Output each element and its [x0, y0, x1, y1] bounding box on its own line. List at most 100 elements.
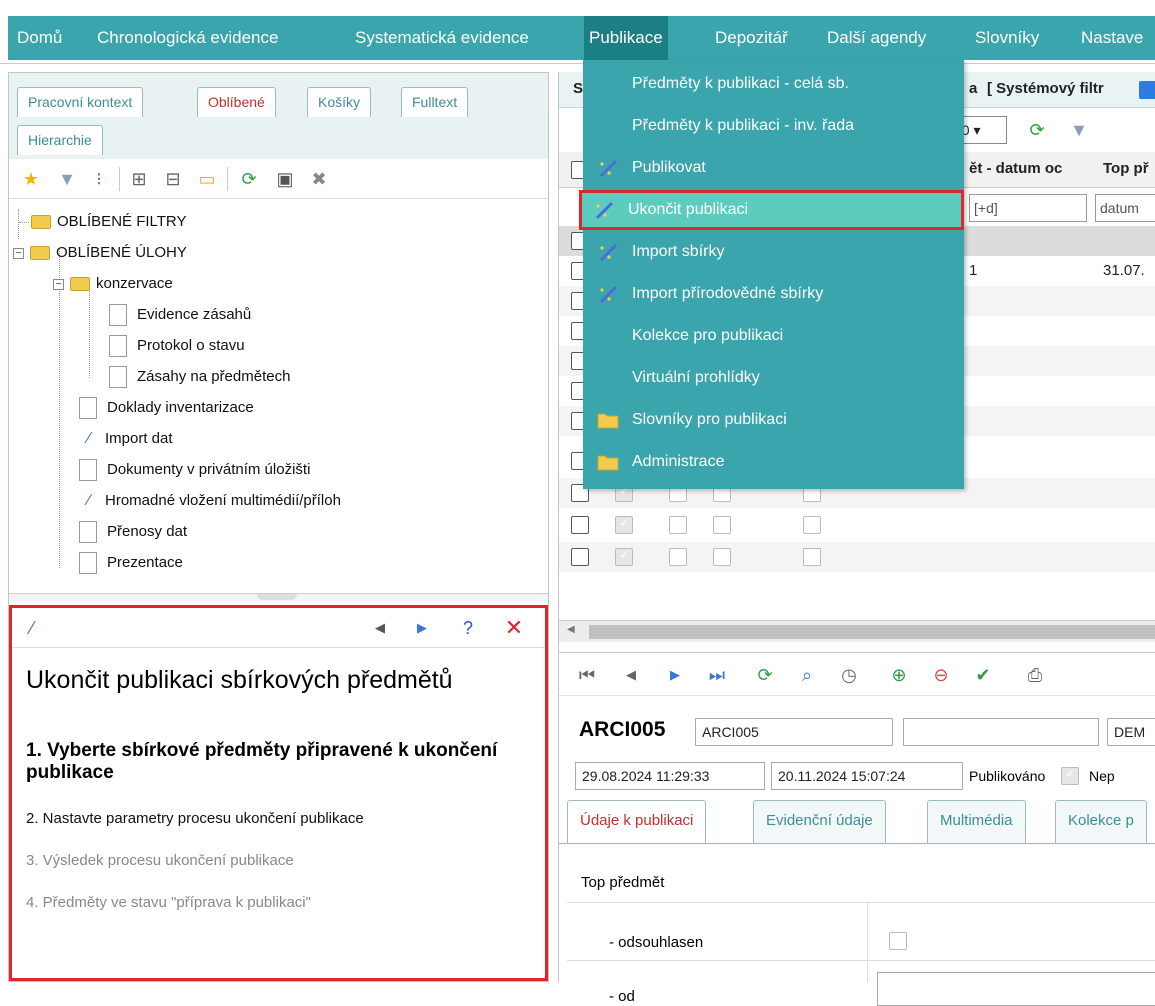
system-filter-checkbox[interactable]: [1139, 81, 1155, 99]
tree-node-data-import[interactable]: ⁄ Import dat: [79, 424, 173, 454]
table-row[interactable]: [559, 510, 1155, 540]
column-header-date-from[interactable]: ět - datum oc: [969, 160, 1062, 177]
tree-node-label: OBLÍBENÉ ÚLOHY: [56, 244, 187, 261]
menu-item-publication-dictionaries[interactable]: Slovníky pro publikaci: [583, 400, 964, 440]
help-toolbar: ⁄ ◀ ▶ ? ✕: [12, 608, 545, 648]
splitter-grip[interactable]: [257, 594, 297, 600]
help-icon[interactable]: ?: [454, 614, 482, 642]
add-icon[interactable]: ⊕: [885, 661, 913, 689]
tree-node-data-transfers[interactable]: Přenosy dat: [79, 517, 187, 547]
filter-icon[interactable]: ▼: [1065, 116, 1093, 144]
tree-node-bulk-media[interactable]: ⁄ Hromadné vložení multimédií/příloh: [79, 486, 341, 516]
menu-item-objects-inv-series[interactable]: Předměty k publikaci - inv. řada: [583, 106, 964, 146]
tree-node-condition-report[interactable]: Protokol o stavu: [109, 331, 245, 361]
scroll-left-icon[interactable]: ◀: [567, 624, 575, 635]
help-step-3: 3. Výsledek procesu ukončení publikace: [26, 852, 294, 869]
tab-fulltext[interactable]: Fulltext: [401, 87, 469, 117]
row-checkbox[interactable]: [571, 548, 589, 566]
print-icon[interactable]: ⎙: [1021, 661, 1049, 689]
tab-favorites[interactable]: Oblíbené: [197, 87, 276, 117]
tree-node-object-interventions[interactable]: Zásahy na předmětech: [109, 362, 290, 392]
record-id-field[interactable]: ARCI005: [695, 718, 893, 746]
collapse-icon[interactable]: −: [53, 278, 64, 290]
tree-node-inventory-docs[interactable]: Doklady inventarizace: [79, 393, 254, 423]
new-folder-icon[interactable]: ▭: [193, 165, 221, 193]
created-date-field: 29.08.2024 11:29:33: [575, 762, 765, 790]
search-icon[interactable]: ⌕: [793, 661, 821, 689]
help-step-2[interactable]: 2. Nastavte parametry procesu ukončení p…: [26, 810, 526, 827]
tree-node-presentation[interactable]: Prezentace: [79, 548, 183, 578]
menu-publication[interactable]: Publikace: [584, 16, 668, 60]
tab-evidence-data[interactable]: Evidenční údaje: [753, 800, 886, 844]
form-divider: [567, 960, 1155, 961]
menu-item-import-natural-collection[interactable]: Import přírodovědné sbírky: [583, 274, 964, 314]
expand-all-icon[interactable]: ⊞: [125, 165, 153, 193]
menu-home[interactable]: Domů: [12, 16, 67, 60]
row-checkbox[interactable]: [571, 516, 589, 534]
refresh-icon[interactable]: ⟳: [751, 661, 779, 689]
next-icon[interactable]: ▶: [408, 614, 436, 642]
menu-item-objects-whole-collection[interactable]: Předměty k publikaci - celá sb.: [583, 64, 964, 104]
tab-collections[interactable]: Kolekce p: [1055, 800, 1147, 844]
first-record-icon[interactable]: ⏮: [573, 661, 601, 689]
column-header-top[interactable]: Top př: [1103, 160, 1149, 177]
record-name-field[interactable]: [903, 718, 1099, 746]
tree-node-favorite-tasks[interactable]: − OBLÍBENÉ ÚLOHY: [13, 238, 187, 268]
tree-node-intervention-records[interactable]: Evidence zásahů: [109, 300, 251, 330]
refresh-icon[interactable]: ⟳: [1023, 116, 1051, 144]
table-row[interactable]: [559, 542, 1155, 572]
tree-connector: [19, 222, 29, 223]
previous-record-icon[interactable]: ◀: [617, 661, 645, 689]
approved-checkbox[interactable]: [889, 932, 907, 950]
filter-icon[interactable]: ▼: [53, 165, 81, 193]
tree-structure-icon[interactable]: ⁝: [85, 165, 113, 193]
history-icon[interactable]: ◷: [835, 661, 863, 689]
tab-baskets[interactable]: Košíky: [307, 87, 372, 117]
save-icon[interactable]: ▣: [271, 165, 299, 193]
menu-dictionaries[interactable]: Slovníky: [970, 16, 1044, 60]
horizontal-scrollbar[interactable]: ◀: [559, 620, 1155, 642]
star-icon[interactable]: ★: [17, 165, 45, 193]
menu-item-administration[interactable]: Administrace: [583, 442, 964, 482]
confirm-icon[interactable]: ✔: [969, 661, 997, 689]
menu-item-virtual-tours[interactable]: Virtuální prohlídky: [583, 358, 964, 398]
tab-publication-data[interactable]: Údaje k publikaci: [567, 800, 707, 844]
menu-item-publication-collections[interactable]: Kolekce pro publikaci: [583, 316, 964, 356]
tab-hierarchy[interactable]: Hierarchie: [17, 125, 103, 155]
filter-top[interactable]: datum: [1095, 194, 1155, 222]
folder-icon: [597, 455, 619, 471]
menu-item-import-collection[interactable]: Import sbírky: [583, 232, 964, 272]
collapse-icon[interactable]: −: [13, 247, 24, 259]
last-record-icon[interactable]: ⏭: [703, 661, 731, 689]
remove-icon[interactable]: ⊖: [927, 661, 955, 689]
menu-item-publish[interactable]: Publikovat: [583, 148, 964, 188]
scrollbar-thumb[interactable]: [589, 625, 1155, 639]
tree-node-private-storage[interactable]: Dokumenty v privátním úložišti: [79, 455, 310, 485]
pane-splitter[interactable]: [9, 593, 548, 601]
menu-chronological-evidence[interactable]: Chronologická evidence: [92, 16, 283, 60]
menu-item-end-publication[interactable]: Ukončit publikaci: [579, 190, 964, 230]
close-icon[interactable]: ✕: [500, 614, 528, 642]
menu-item-label: Import sbírky: [632, 243, 725, 260]
menu-item-label: Import přírodovědné sbírky: [632, 285, 824, 302]
menu-settings[interactable]: Nastave: [1076, 16, 1148, 60]
cell-top: 31.07.: [1103, 262, 1145, 279]
record-org-field[interactable]: DEM: [1107, 718, 1155, 746]
tree-node-conservation[interactable]: − konzervace: [53, 269, 173, 299]
collapse-all-icon[interactable]: ⊟: [159, 165, 187, 193]
modified-date-field: 20.11.2024 15:07:24: [771, 762, 963, 790]
menu-other-agendas[interactable]: Další agendy: [822, 16, 931, 60]
menubar-strip: Domů Chronologická evidence Systematická…: [8, 16, 1155, 60]
refresh-icon[interactable]: ⟳: [235, 165, 263, 193]
tab-multimedia[interactable]: Multimédia: [927, 800, 1026, 844]
tab-working-context[interactable]: Pracovní kontext: [17, 87, 144, 117]
previous-icon[interactable]: ◀: [366, 614, 394, 642]
filter-date-from[interactable]: [+d]: [969, 194, 1087, 222]
delete-icon[interactable]: ✖: [305, 165, 333, 193]
menu-depository[interactable]: Depozitář: [710, 16, 793, 60]
from-date-input[interactable]: [877, 972, 1155, 1006]
menu-systematic-evidence[interactable]: Systematická evidence: [350, 16, 534, 60]
next-record-icon[interactable]: ▶: [661, 661, 689, 689]
top-menubar: Domů Chronologická evidence Systematická…: [0, 0, 1155, 64]
tree-node-favorite-filters[interactable]: OBLÍBENÉ FILTRY: [19, 207, 187, 237]
